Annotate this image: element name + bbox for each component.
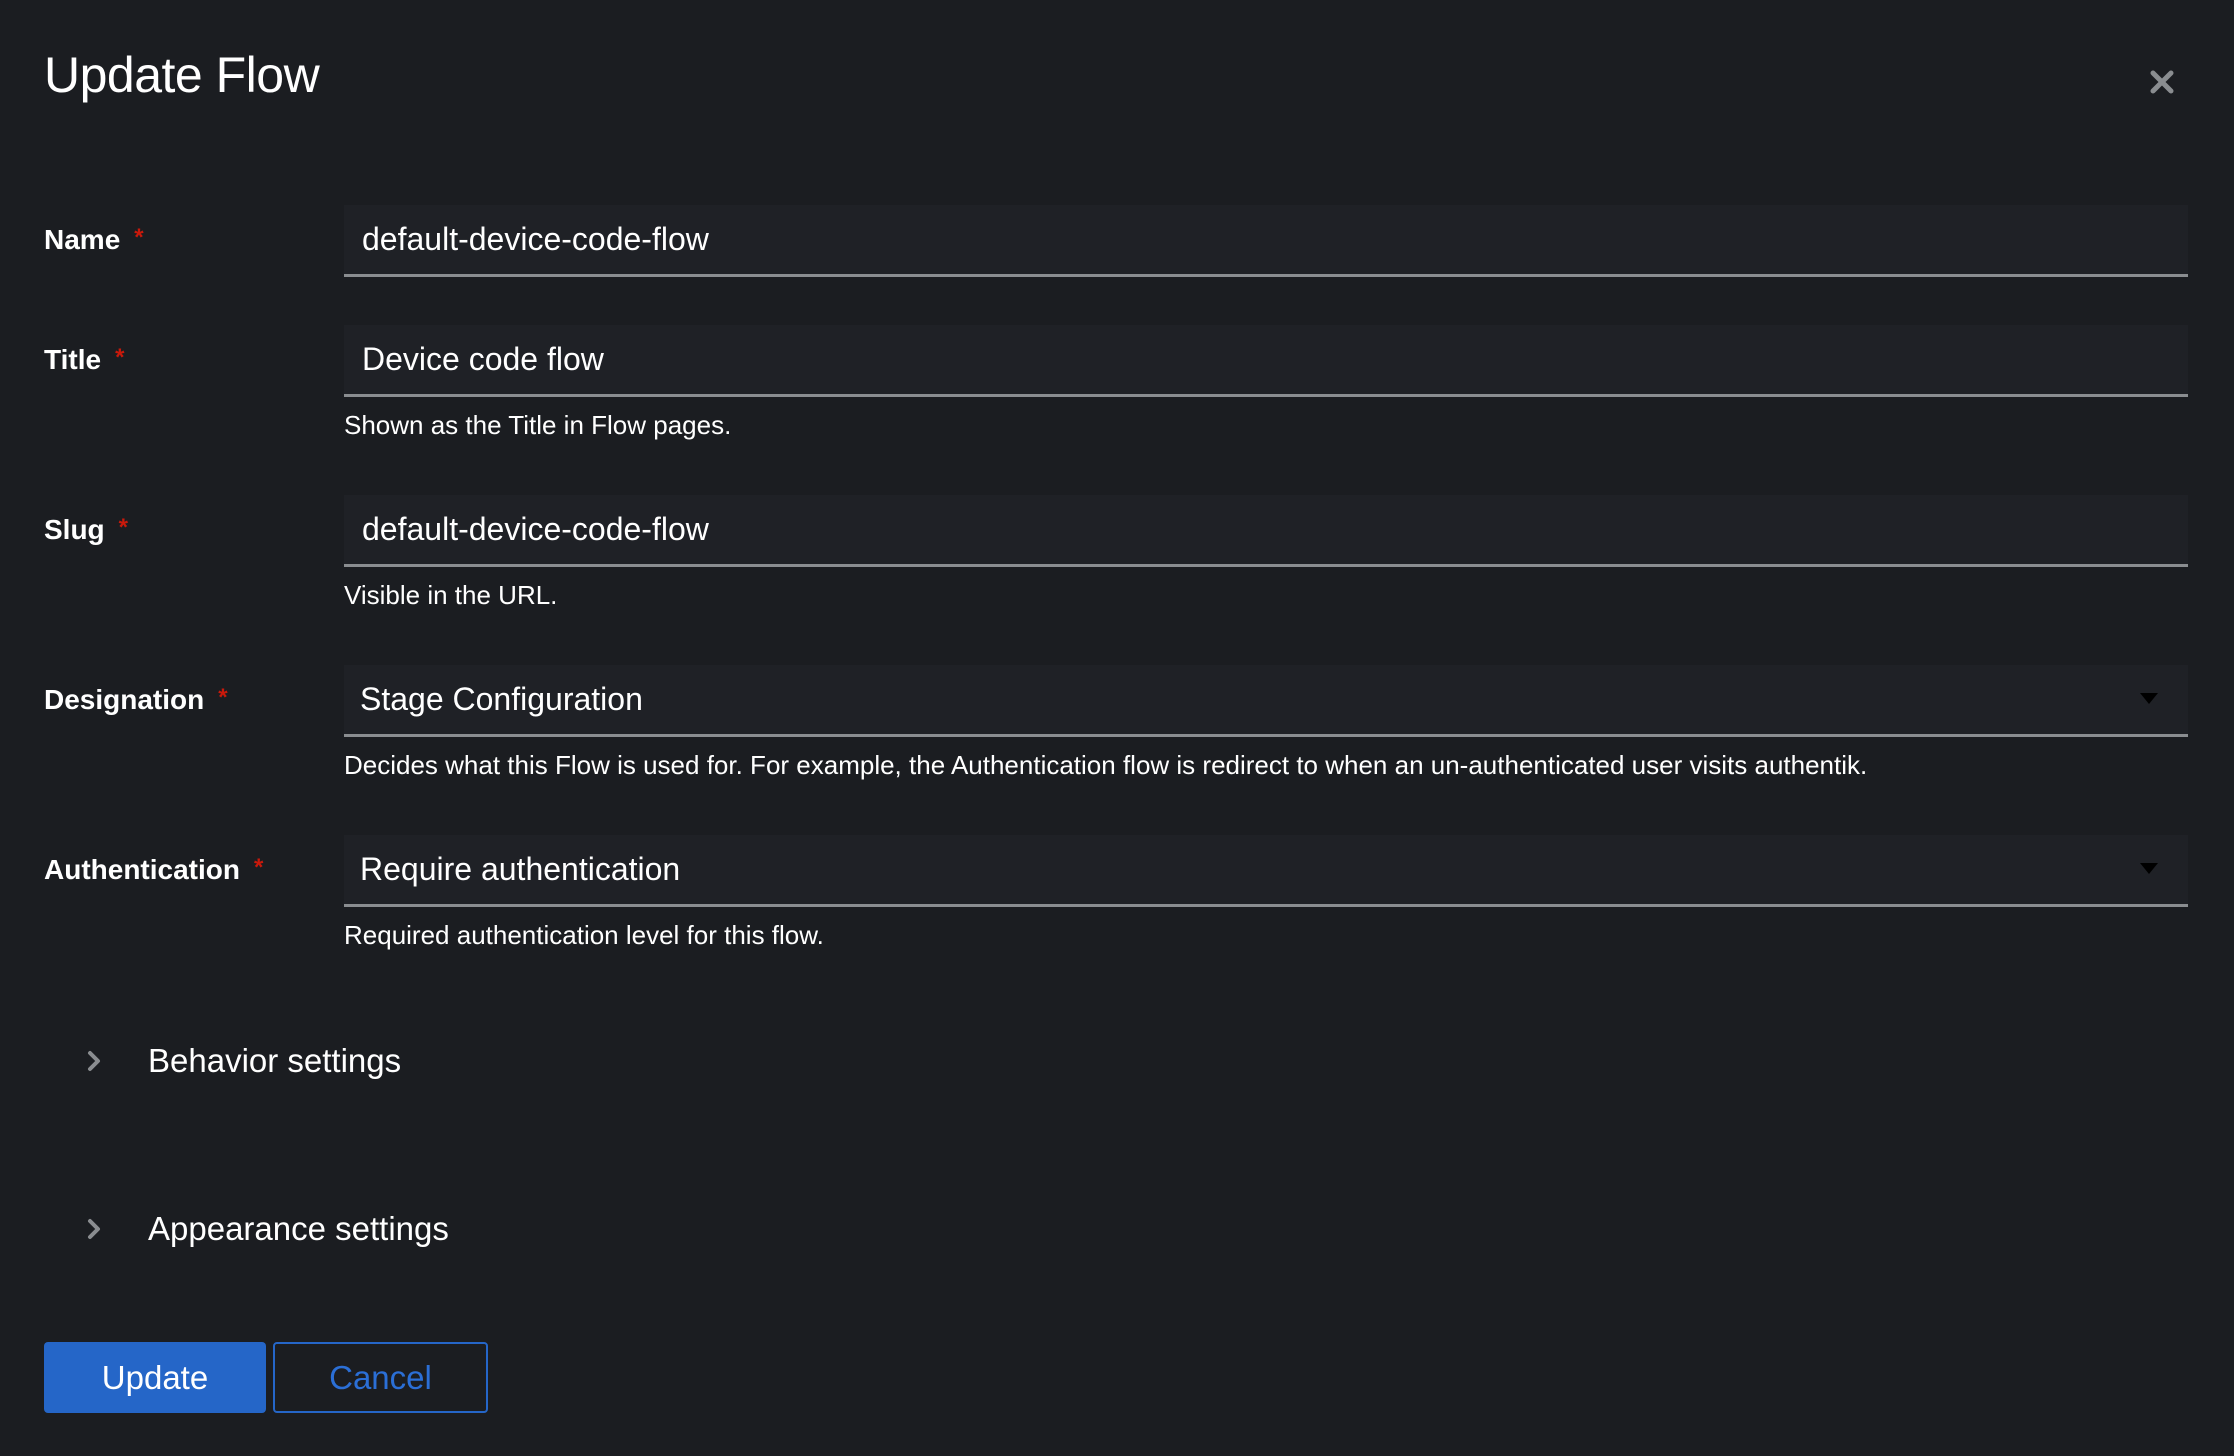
authentication-selected-value: Require authentication [360, 851, 681, 887]
designation-label-text: Designation [44, 684, 205, 715]
slug-label-text: Slug [44, 514, 105, 545]
designation-select[interactable]: Stage Configuration [344, 665, 2188, 737]
slug-label: Slug * [44, 514, 128, 546]
slug-field-wrapper [344, 495, 2188, 567]
modal-title: Update Flow [44, 47, 320, 103]
appearance-settings-label: Appearance settings [148, 1210, 449, 1247]
slug-helper-text: Visible in the URL. [344, 580, 558, 610]
update-button[interactable]: Update [44, 1342, 266, 1413]
title-label: Title * [44, 344, 124, 376]
designation-selected-value: Stage Configuration [360, 681, 643, 717]
name-field-wrapper [344, 205, 2188, 277]
appearance-settings-toggle[interactable]: Appearance settings [80, 1204, 449, 1254]
name-label: Name * [44, 224, 144, 256]
title-field-wrapper [344, 325, 2188, 397]
chevron-right-icon [88, 1219, 100, 1239]
required-marker: * [254, 854, 264, 881]
caret-down-icon [2140, 693, 2158, 704]
authentication-select[interactable]: Require authentication [344, 835, 2188, 907]
required-marker: * [115, 344, 125, 371]
cancel-button[interactable]: Cancel [273, 1342, 488, 1413]
authentication-label: Authentication * [44, 854, 263, 886]
close-icon [2150, 70, 2174, 94]
required-marker: * [134, 224, 144, 251]
title-input[interactable] [344, 325, 2188, 394]
required-marker: * [218, 684, 228, 711]
authentication-helper-text: Required authentication level for this f… [344, 920, 824, 950]
close-button[interactable] [2144, 64, 2180, 100]
name-input[interactable] [344, 205, 2188, 274]
name-label-text: Name [44, 224, 121, 255]
chevron-right-icon [88, 1051, 100, 1071]
title-helper-text: Shown as the Title in Flow pages. [344, 410, 732, 440]
designation-helper-text: Decides what this Flow is used for. For … [344, 750, 1868, 780]
title-label-text: Title [44, 344, 102, 375]
required-marker: * [118, 514, 129, 541]
authentication-label-text: Authentication [44, 854, 240, 885]
behavior-settings-label: Behavior settings [148, 1042, 402, 1079]
designation-label: Designation * [44, 684, 228, 716]
caret-down-icon [2140, 863, 2158, 874]
slug-input[interactable] [344, 495, 2188, 564]
behavior-settings-toggle[interactable]: Behavior settings [80, 1036, 401, 1086]
